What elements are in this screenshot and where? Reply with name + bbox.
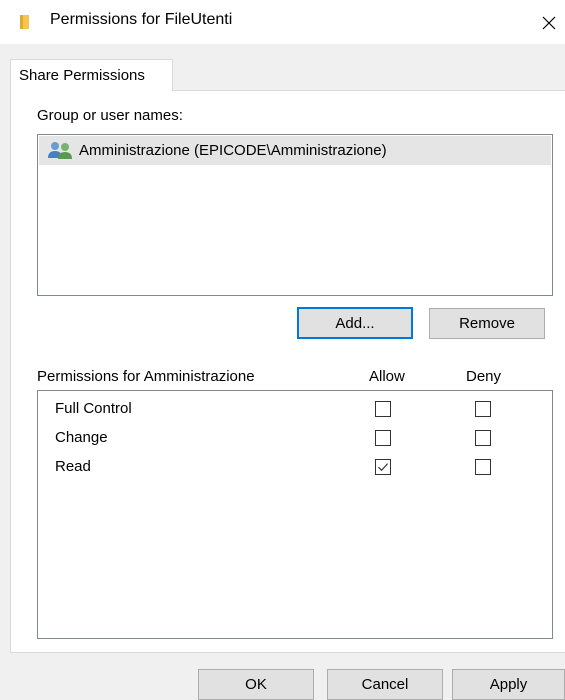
close-button[interactable] (535, 4, 565, 40)
cancel-button[interactable]: Cancel (327, 669, 443, 700)
permissions-label: Permissions for Amministrazione (37, 368, 255, 385)
ok-button[interactable]: OK (198, 669, 314, 700)
close-icon (542, 16, 556, 30)
user-list[interactable]: Amministrazione (EPICODE\Amministrazione… (37, 134, 553, 296)
deny-read-checkbox[interactable] (475, 459, 491, 475)
allow-header: Allow (369, 368, 405, 385)
group-names-label: Group or user names: (37, 107, 183, 124)
permission-name: Change (55, 429, 108, 446)
apply-button[interactable]: Apply (452, 669, 565, 700)
permissions-list: Full Control Change Read (37, 390, 553, 639)
permission-name: Full Control (55, 400, 132, 417)
permission-row-read: Read (38, 453, 552, 482)
tab-label: Share Permissions (19, 67, 145, 84)
allow-change-checkbox[interactable] (375, 430, 391, 446)
tab-share-permissions[interactable]: Share Permissions (10, 59, 173, 91)
remove-button[interactable]: Remove (429, 308, 545, 339)
list-item[interactable]: Amministrazione (EPICODE\Amministrazione… (39, 136, 551, 165)
title-bar: Permissions for FileUtenti (0, 0, 565, 44)
permission-row-change: Change (38, 424, 552, 453)
user-group-icon (47, 141, 75, 163)
check-icon (378, 463, 389, 472)
folder-icon (18, 14, 34, 30)
deny-header: Deny (466, 368, 502, 385)
deny-full-control-checkbox[interactable] (475, 401, 491, 417)
allow-full-control-checkbox[interactable] (375, 401, 391, 417)
deny-change-checkbox[interactable] (475, 430, 491, 446)
allow-read-checkbox[interactable] (375, 459, 391, 475)
permission-name: Read (55, 458, 91, 475)
permission-row-full-control: Full Control (38, 395, 552, 424)
window-title: Permissions for FileUtenti (50, 11, 233, 28)
user-name: Amministrazione (EPICODE\Amministrazione… (79, 142, 387, 159)
add-button[interactable]: Add... (297, 307, 413, 339)
